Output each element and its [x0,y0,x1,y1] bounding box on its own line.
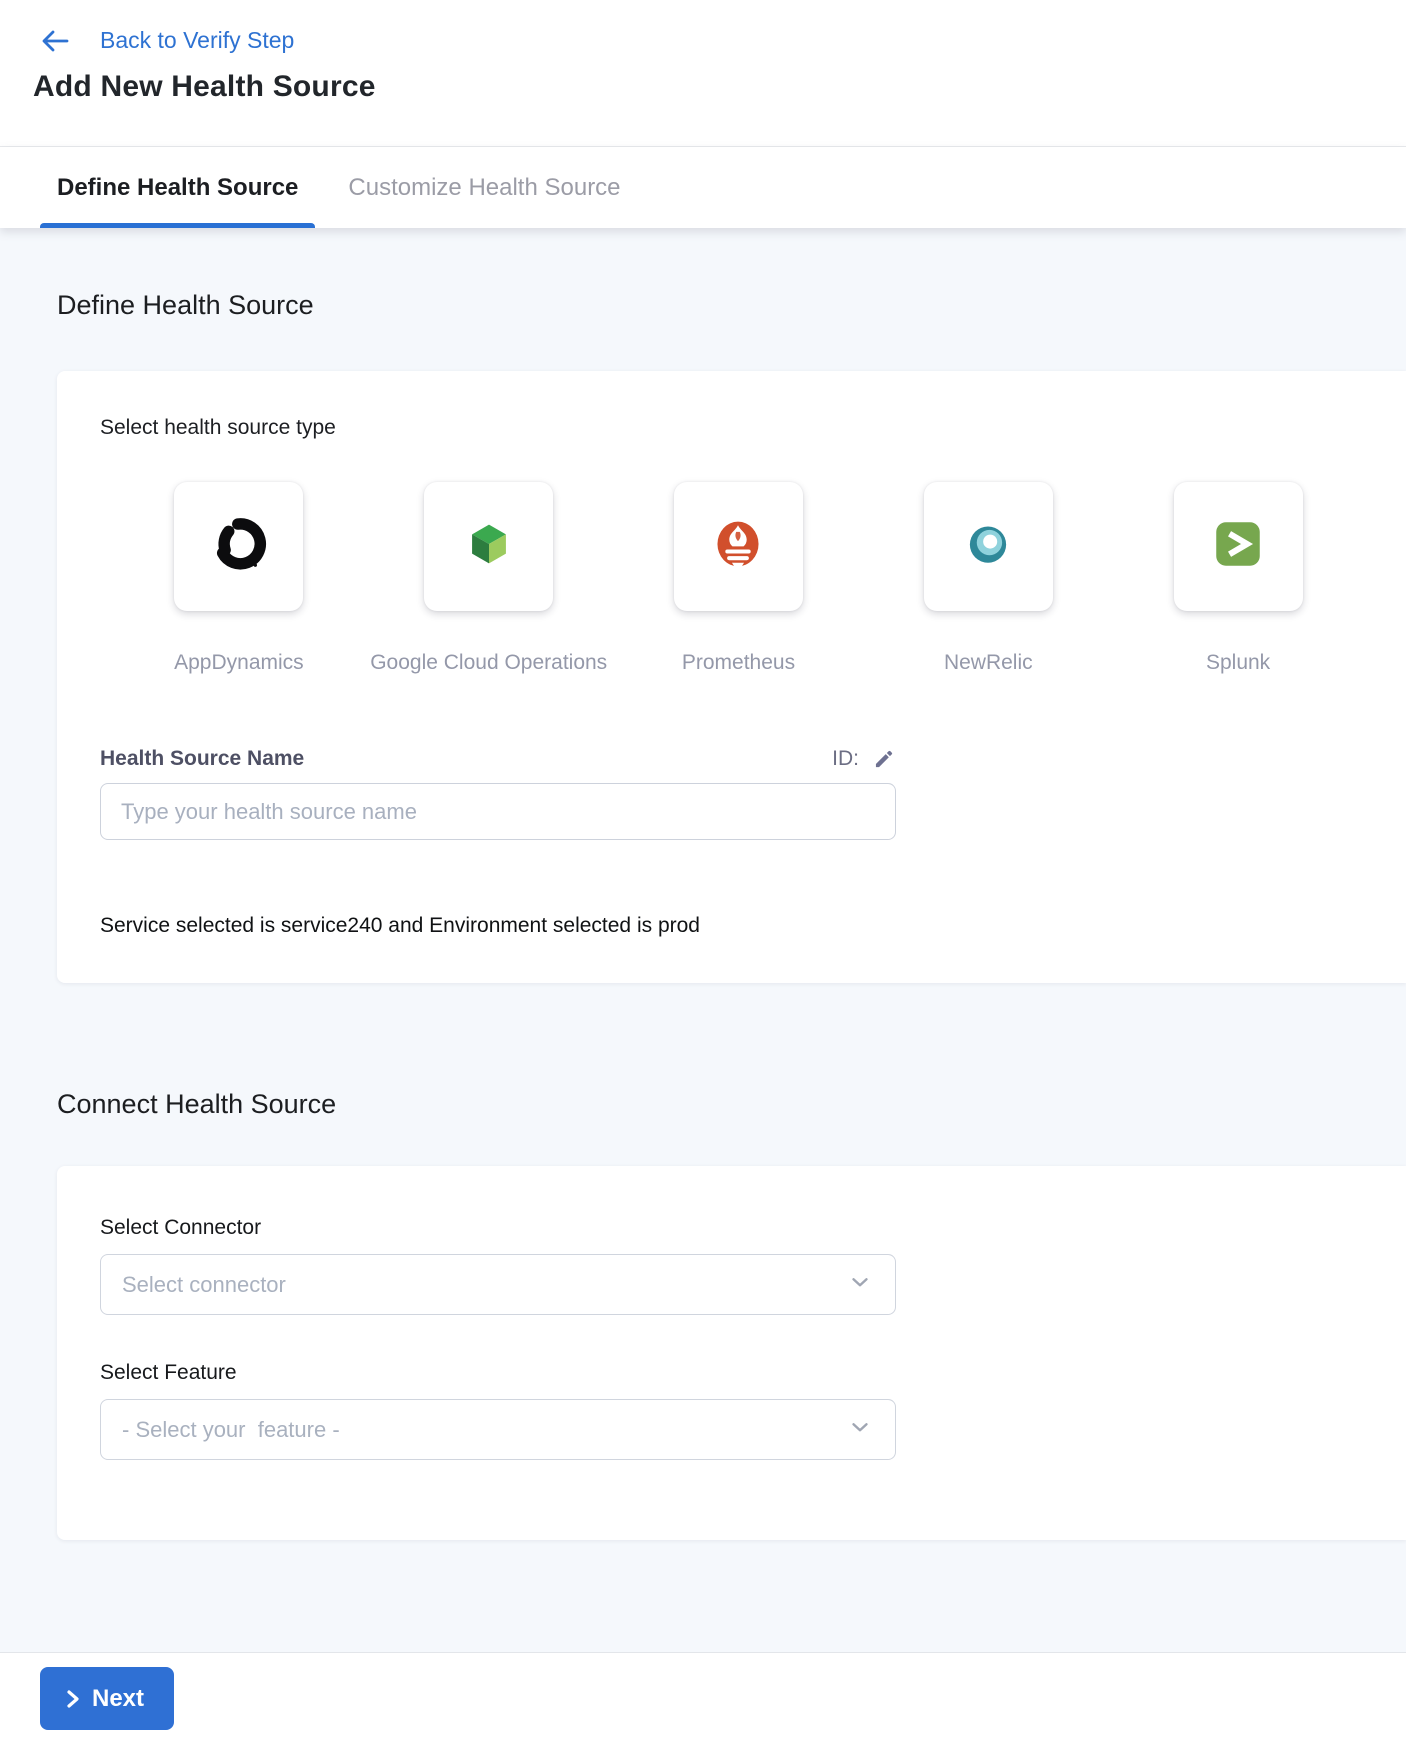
tab-customize-health-source[interactable]: Customize Health Source [348,147,620,228]
source-option-splunk: Splunk [1113,482,1363,675]
appdynamics-icon [210,515,268,578]
define-section-heading: Define Health Source [57,290,1406,321]
dialog-body: Define Health Source Select health sourc… [0,228,1406,1652]
add-health-source-dialog: Back to Verify Step Add New Health Sourc… [0,0,1406,1744]
page-title: Add New Health Source [33,70,1406,104]
source-label: AppDynamics [174,651,304,675]
source-label: Google Cloud Operations [370,651,607,675]
feature-select-value: - Select your feature - [122,1417,340,1443]
source-option-newrelic: NewRelic [863,482,1113,675]
appdynamics-card[interactable] [174,482,303,611]
next-chevron-icon [64,1689,82,1709]
id-label: ID: [832,747,859,771]
connector-select[interactable]: Select connector [100,1254,896,1315]
connect-health-source-card: Select Connector Select connector Select… [57,1166,1406,1540]
feature-select[interactable]: - Select your feature - [100,1399,896,1460]
dialog-header: Back to Verify Step Add New Health Sourc… [0,0,1406,147]
source-label: NewRelic [944,651,1033,675]
google-cloud-operations-icon [460,515,518,578]
service-environment-note: Service selected is service240 and Envir… [100,914,1363,938]
source-label: Prometheus [682,651,795,675]
connect-section-heading: Connect Health Source [57,1089,1406,1120]
next-button[interactable]: Next [40,1667,174,1730]
prometheus-card[interactable] [674,482,803,611]
select-type-label: Select health source type [100,416,1363,440]
select-connector-label: Select Connector [100,1216,1363,1240]
health-source-name-label: Health Source Name [100,747,304,771]
newrelic-card[interactable] [924,482,1053,611]
source-option-google-cloud-operations: Google Cloud Operations [364,482,614,675]
back-arrow-icon[interactable] [40,28,70,54]
splunk-icon [1209,515,1267,578]
prometheus-icon [709,515,767,578]
dialog-footer: Next [0,1652,1406,1744]
google-cloud-operations-card[interactable] [424,482,553,611]
connector-select-value: Select connector [122,1272,286,1298]
health-source-type-row: AppDynamics Google Cloud Operations [114,482,1363,675]
chevron-down-icon [847,1414,873,1445]
define-health-source-card: Select health source type AppDynamics [57,371,1406,983]
health-source-name-row: Health Source Name ID: [100,747,896,771]
tab-define-health-source[interactable]: Define Health Source [57,147,298,228]
source-label: Splunk [1206,651,1270,675]
health-source-name-input[interactable] [100,783,896,840]
wizard-tabbar: Define Health Source Customize Health So… [0,147,1406,228]
back-to-verify-link[interactable]: Back to Verify Step [100,27,294,54]
next-button-label: Next [92,1685,144,1713]
id-group: ID: [832,747,896,771]
splunk-card[interactable] [1174,482,1303,611]
chevron-down-icon [847,1269,873,1300]
source-option-appdynamics: AppDynamics [114,482,364,675]
edit-id-button[interactable] [872,747,896,771]
source-option-prometheus: Prometheus [614,482,864,675]
newrelic-icon [959,515,1017,578]
back-link-row[interactable]: Back to Verify Step [0,0,1406,54]
select-feature-label: Select Feature [100,1361,1363,1385]
